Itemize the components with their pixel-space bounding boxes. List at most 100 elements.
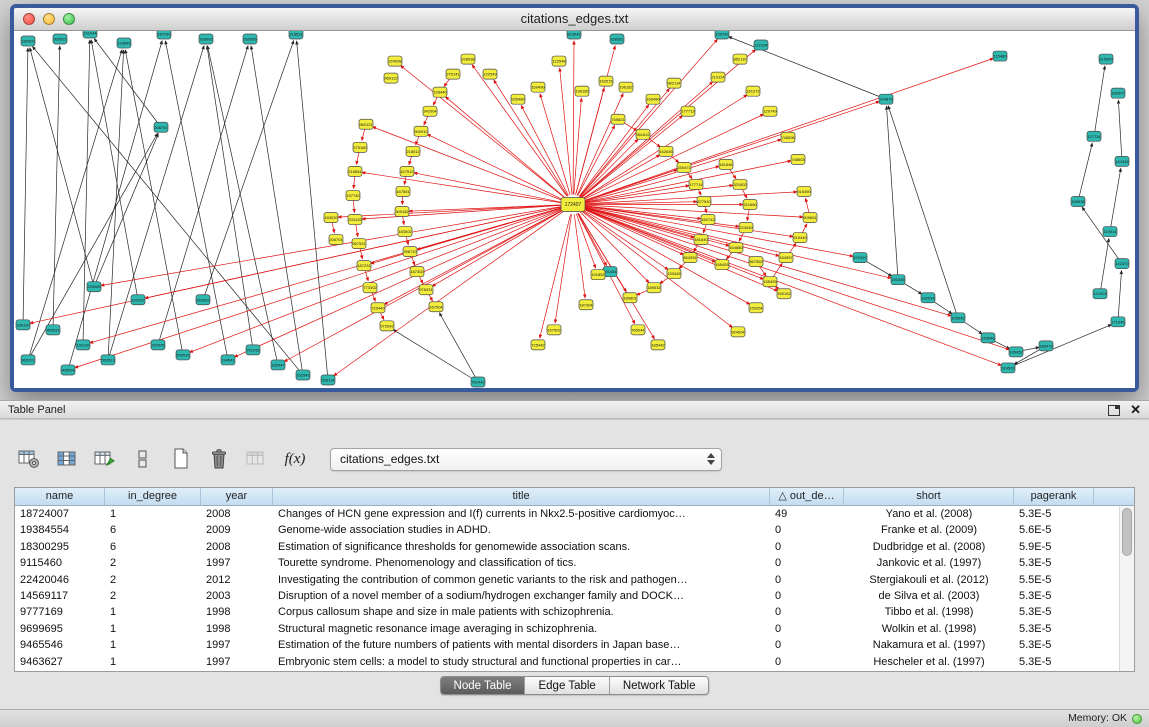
graph-node[interactable]: 915449 — [793, 233, 807, 243]
panel-splitter[interactable] — [0, 392, 1149, 400]
graph-node[interactable]: 877510 — [697, 196, 711, 206]
graph-node[interactable]: 160742 — [701, 215, 715, 225]
table-row[interactable]: 1830029562008Estimation of significance … — [15, 539, 1119, 555]
graph-node[interactable]: 184957 — [779, 253, 793, 263]
splitter-grip[interactable] — [569, 395, 581, 398]
scrollbar-thumb[interactable] — [1122, 508, 1132, 556]
graph-node[interactable]: 109542 — [951, 313, 965, 323]
graph-node[interactable]: 169490 — [531, 82, 545, 92]
create-table-button[interactable] — [164, 443, 198, 475]
column-header-title[interactable]: title — [273, 488, 770, 505]
graph-node[interactable]: 142370 — [1115, 259, 1129, 269]
graph-node[interactable]: 187302 — [410, 267, 424, 277]
graph-edge[interactable] — [110, 46, 205, 355]
close-panel-icon[interactable]: ✕ — [1130, 403, 1141, 417]
graph-node[interactable]: 181640 — [694, 235, 708, 245]
graph-node[interactable]: 960122 — [384, 73, 398, 83]
graph-node[interactable]: 191036 — [891, 275, 905, 285]
graph-node[interactable]: 909651 — [803, 213, 817, 223]
table-row[interactable]: 911546021997Tourette syndrome. Phenomeno… — [15, 555, 1119, 571]
graph-edge[interactable] — [439, 313, 475, 378]
graph-node[interactable]: 177714 — [689, 179, 703, 189]
graph-edge[interactable] — [902, 282, 922, 294]
column-header-in_degree[interactable]: in_degree — [105, 488, 201, 505]
graph-edge[interactable] — [403, 216, 404, 224]
table-row[interactable]: 969969511998Structural magnetic resonanc… — [15, 621, 1119, 637]
graph-node[interactable]: 182514 — [921, 293, 935, 303]
graph-edge[interactable] — [207, 46, 252, 345]
graph-node[interactable]: 226065 — [87, 282, 101, 292]
graph-edge[interactable] — [582, 209, 750, 304]
graph-node[interactable]: 122549 — [483, 69, 497, 79]
tab-edge-table[interactable]: Edge Table — [525, 677, 609, 694]
graph-node[interactable]: 218512 — [406, 146, 420, 156]
table-row[interactable]: 1938455462009Genome-wide association stu… — [15, 522, 1119, 538]
graph-node[interactable]: 224008 — [388, 56, 402, 66]
graph-node[interactable]: 191852 — [591, 270, 605, 280]
graph-edge[interactable] — [742, 189, 747, 198]
graph-node[interactable]: 203125 — [348, 215, 362, 225]
graph-node[interactable]: 189801 — [623, 293, 637, 303]
graph-node[interactable]: 755821 — [611, 114, 625, 124]
graph-node[interactable]: 761442 — [471, 377, 485, 387]
graph-edge[interactable] — [1021, 347, 1039, 351]
graph-node[interactable]: 256710 — [403, 247, 417, 257]
graph-edge[interactable] — [962, 321, 982, 334]
graph-node[interactable]: 275141 — [446, 69, 460, 79]
graph-edge[interactable] — [91, 40, 137, 295]
graph-node[interactable]: 813042 — [567, 31, 581, 39]
column-header-year[interactable]: year — [201, 488, 273, 505]
graph-node[interactable]: 360201 — [21, 355, 35, 365]
graph-edge[interactable] — [739, 232, 744, 241]
graph-edge[interactable] — [555, 214, 571, 323]
network-canvas[interactable]: 189302 950522 191044 193845 187240 18300… — [14, 31, 1135, 388]
graph-edge[interactable] — [338, 205, 563, 217]
float-panel-icon[interactable] — [1108, 405, 1120, 416]
graph-node[interactable]: 447561 — [396, 186, 410, 196]
import-table-button-disabled[interactable] — [240, 443, 274, 475]
graph-node[interactable]: 172407 — [561, 197, 585, 211]
graph-node[interactable]: 773302 — [363, 283, 377, 293]
graph-edge[interactable] — [362, 205, 563, 219]
graph-edge[interactable] — [887, 106, 898, 274]
graph-node[interactable]: 218531 — [289, 31, 303, 39]
graph-node[interactable]: 183002 — [398, 227, 412, 237]
citation-graph[interactable]: 189302 950522 191044 193845 187240 18300… — [14, 31, 1135, 388]
graph-edge[interactable] — [23, 48, 28, 320]
graph-node[interactable]: 177713 — [681, 106, 695, 116]
graph-edge[interactable] — [393, 330, 474, 380]
graph-node[interactable]: 128440 — [433, 87, 447, 97]
graph-node[interactable]: 122154 — [754, 40, 768, 50]
graph-node[interactable]: 924504 — [731, 327, 745, 337]
graph-node[interactable]: 187240 — [157, 31, 171, 39]
graph-edge[interactable] — [1118, 100, 1121, 156]
graph-edge[interactable] — [1095, 66, 1105, 131]
graph-edge[interactable] — [580, 39, 718, 197]
table-row[interactable]: 946554611997Estimation of the future num… — [15, 637, 1119, 653]
graph-edge[interactable] — [354, 176, 355, 188]
graph-edge[interactable] — [747, 209, 749, 220]
graph-node[interactable]: 183020 — [324, 213, 338, 223]
graph-node[interactable]: 189307 — [1111, 88, 1125, 98]
graph-node[interactable]: 900910 — [414, 126, 428, 136]
graph-node[interactable]: 153445 — [667, 269, 681, 279]
network-view-window[interactable]: citations_edges.txt 189302 950522 191044… — [10, 4, 1139, 392]
graph-edge[interactable] — [427, 134, 564, 200]
graph-node[interactable]: 926114 — [321, 375, 335, 385]
graph-node[interactable]: 978331 — [419, 285, 433, 295]
graph-node[interactable]: 167502 — [547, 325, 561, 335]
graph-edge[interactable] — [540, 214, 571, 338]
table-options-button[interactable] — [12, 443, 46, 475]
graph-node[interactable]: 321660 — [743, 199, 757, 209]
graph-edge[interactable] — [581, 50, 756, 198]
graph-node[interactable]: 144345 — [1115, 156, 1129, 166]
graph-node[interactable]: 725442 — [531, 340, 545, 350]
network-table-select[interactable]: citations_edges.txt — [330, 448, 722, 471]
graph-node[interactable]: 654931 — [683, 253, 697, 263]
graph-edge[interactable] — [806, 198, 809, 212]
graph-node[interactable]: 924502 — [1001, 363, 1015, 373]
graph-edge[interactable] — [1013, 325, 1112, 367]
graph-node[interactable]: 129749 — [763, 106, 777, 116]
graph-node[interactable]: 262602 — [196, 295, 210, 305]
graph-node[interactable]: 342004 — [423, 106, 437, 116]
